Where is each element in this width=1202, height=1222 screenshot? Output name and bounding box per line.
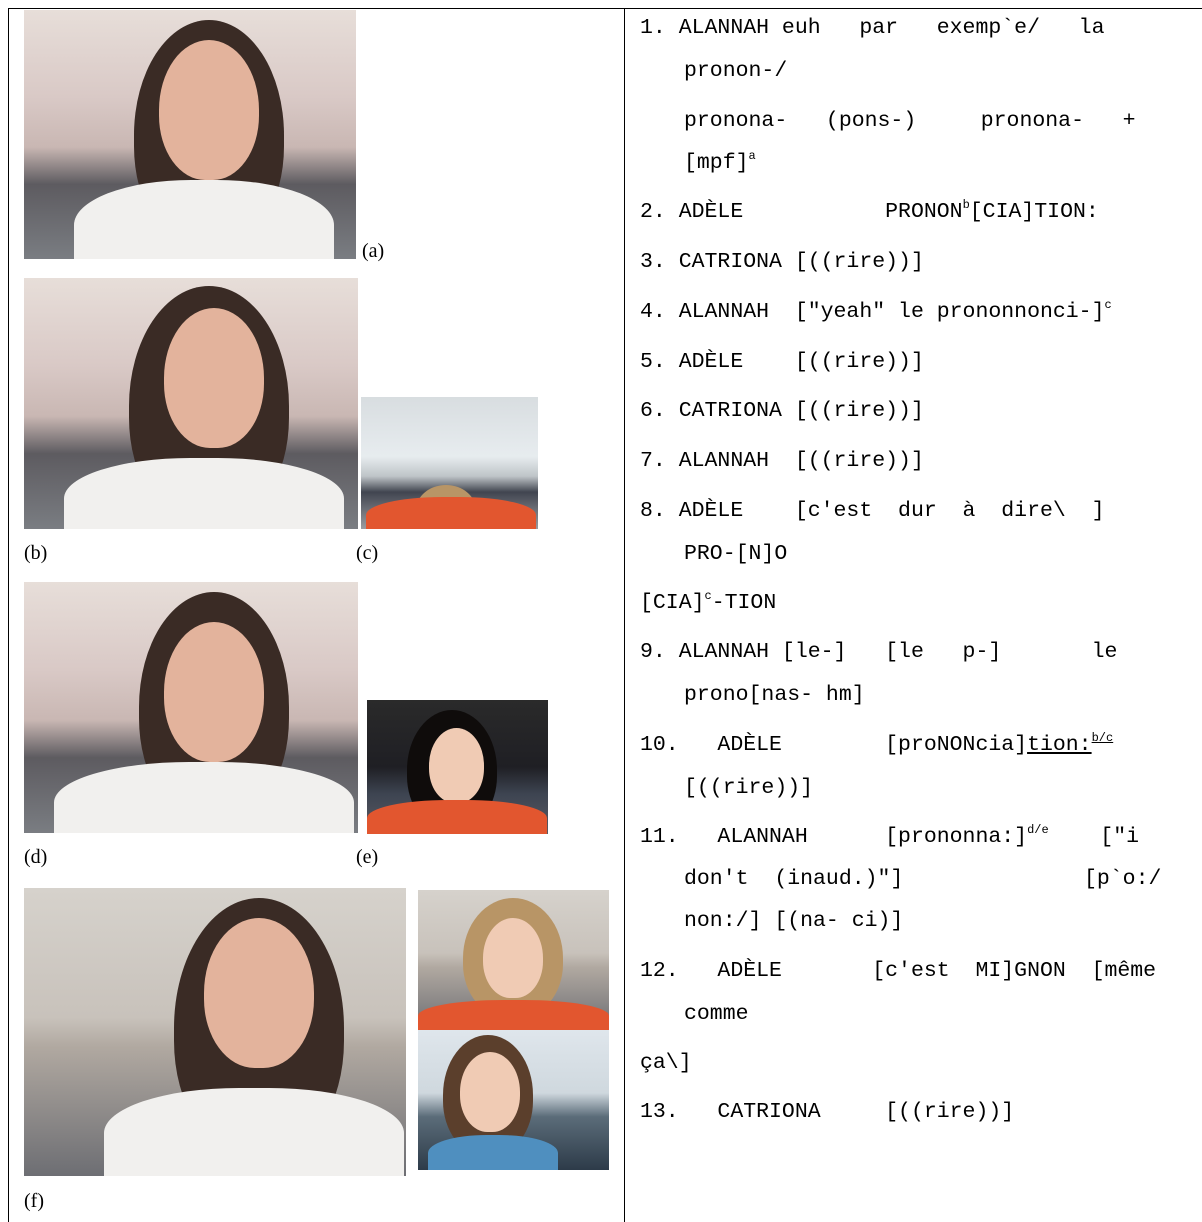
transcript-line: comme: [684, 1002, 749, 1026]
transcript-line: ça\]: [640, 1051, 692, 1075]
transcript-line: prono[nas- hm]: [684, 683, 865, 707]
transcript-line: pronona- (pons-) pronona- +: [684, 109, 1136, 133]
transcript-line: PRO-[N]O: [684, 542, 788, 566]
transcript-text: 10. ADÈLE [proNONcia]: [640, 733, 1028, 757]
transcript-text: 4. ALANNAH ["yeah" le prononnonci-]: [640, 300, 1105, 324]
footnote-marker: c: [1104, 298, 1112, 312]
transcript-line: [CIA]c-TION: [640, 589, 777, 615]
transcript-text: -TION: [711, 591, 777, 615]
transcript-line: 4. ALANNAH ["yeah" le prononnonci-]c: [640, 298, 1112, 324]
transcript-line: 1. ALANNAH euh par exemp`e/ la: [640, 16, 1105, 40]
transcript: 1. ALANNAH euh par exemp`e/ la pronon-/ …: [0, 0, 1202, 1222]
footnote-marker: b/c: [1091, 731, 1114, 745]
footnote-marker: b: [962, 198, 970, 212]
transcript-line: 8. ADÈLE [c'est dur à dire\ ]: [640, 499, 1105, 523]
transcript-text: 2. ADÈLE PRONON: [640, 200, 963, 224]
transcript-line: 3. CATRIONA [((rire))]: [640, 250, 924, 274]
transcript-line: [mpf]a: [684, 149, 756, 175]
footnote-marker: a: [748, 149, 756, 163]
transcript-line: 6. CATRIONA [((rire))]: [640, 399, 924, 423]
transcript-text: [CIA]: [640, 591, 705, 615]
transcript-text: tion:: [1027, 733, 1092, 757]
transcript-line: pronon-/: [684, 59, 788, 83]
transcript-text: ["i: [1048, 825, 1140, 849]
transcript-text: 11. ALANNAH [prononna:]: [640, 825, 1028, 849]
transcript-line: 12. ADÈLE [c'est MI]GNON [même: [640, 959, 1157, 983]
transcript-line: 13. CATRIONA [((rire))]: [640, 1100, 1015, 1124]
transcript-line: 5. ADÈLE [((rire))]: [640, 350, 924, 374]
transcript-text: [mpf]: [684, 151, 749, 175]
transcript-line: 7. ALANNAH [((rire))]: [640, 449, 924, 473]
transcript-text: [CIA]TION:: [969, 200, 1099, 224]
transcript-line: 9. ALANNAH [le-] [le p-] le: [640, 640, 1118, 664]
transcript-line: [((rire))]: [684, 776, 814, 800]
transcript-line: 11. ALANNAH [prononna:]d/e ["i: [640, 823, 1140, 849]
footnote-marker: d/e: [1027, 823, 1049, 837]
transcript-line: non:/] [(na- ci)]: [684, 909, 904, 933]
transcript-line: 10. ADÈLE [proNONcia]tion:b/c: [640, 731, 1114, 757]
transcript-line: 2. ADÈLE PRONONb[CIA]TION:: [640, 198, 1099, 224]
transcript-line: don't (inaud.)"] [p`o:/: [684, 867, 1162, 891]
footnote-marker: c: [704, 589, 712, 603]
